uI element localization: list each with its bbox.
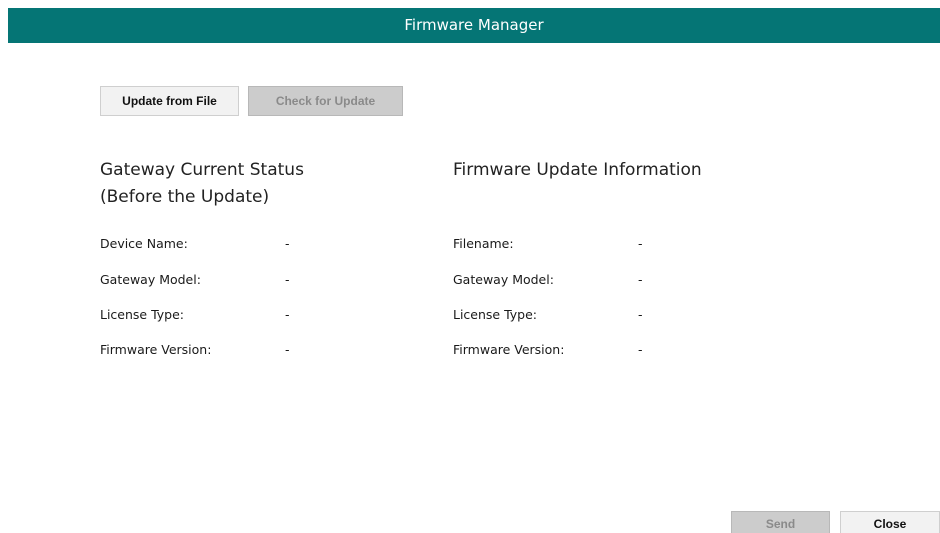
current-device-name-value: -	[285, 236, 290, 251]
update-firmware-version-label: Firmware Version:	[453, 342, 565, 357]
update-license-type-value: -	[638, 307, 643, 322]
update-filename-label: Filename:	[453, 236, 514, 251]
current-status-heading-line2: (Before the Update)	[100, 187, 270, 207]
current-device-name-label: Device Name:	[100, 236, 188, 251]
send-button[interactable]: Send	[731, 511, 830, 533]
current-firmware-version-value: -	[285, 342, 290, 357]
window-title-bar: Firmware Manager	[8, 8, 940, 43]
current-gateway-model-value: -	[285, 272, 290, 287]
update-gateway-model-value: -	[638, 272, 643, 287]
current-status-heading-line1: Gateway Current Status	[100, 160, 304, 180]
update-firmware-version-value: -	[638, 342, 643, 357]
close-button[interactable]: Close	[840, 511, 940, 533]
window-title: Firmware Manager	[404, 16, 544, 34]
check-for-update-button[interactable]: Check for Update	[248, 86, 403, 116]
current-license-type-value: -	[285, 307, 290, 322]
update-info-heading: Firmware Update Information	[453, 160, 702, 180]
current-license-type-label: License Type:	[100, 307, 185, 322]
current-firmware-version-label: Firmware Version:	[100, 342, 212, 357]
update-gateway-model-label: Gateway Model:	[453, 272, 554, 287]
current-gateway-model-label: Gateway Model:	[100, 272, 201, 287]
update-license-type-label: License Type:	[453, 307, 538, 322]
firmware-manager-window: Firmware Manager Update from File Check …	[0, 0, 940, 533]
update-filename-value: -	[638, 236, 643, 251]
update-from-file-button[interactable]: Update from File	[100, 86, 239, 116]
